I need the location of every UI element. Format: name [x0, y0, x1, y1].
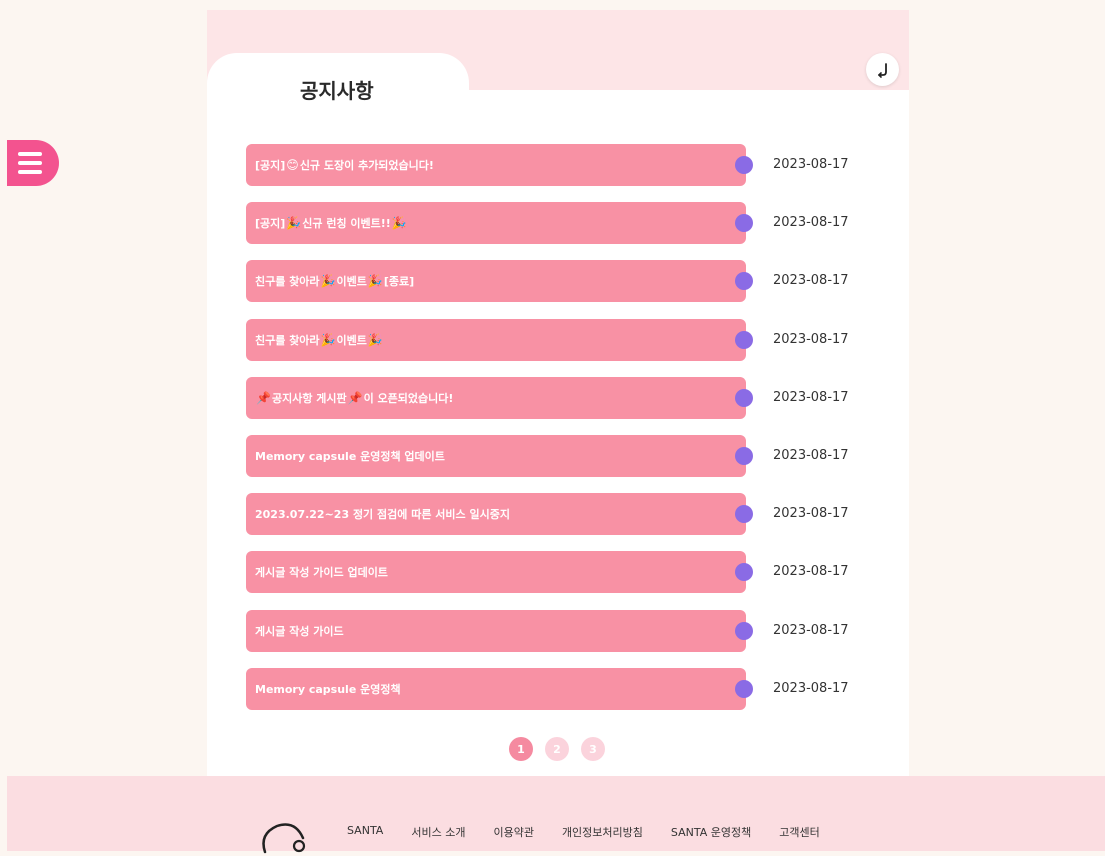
- notice-title-text: 이벤트: [336, 333, 367, 347]
- footer: SANTA 서비스 소개 이용약관 개인정보처리방침 SANTA 운영정책 고객센터: [7, 776, 1105, 854]
- notice-dot-icon: [735, 679, 753, 698]
- notice-title-text: [공지]: [255, 217, 286, 231]
- notice-title-link[interactable]: Memory capsule 운영정책 업데이트: [246, 434, 746, 477]
- notice-title-text: 이벤트: [336, 275, 367, 289]
- notice-dot-icon: [735, 330, 753, 349]
- notice-title-link[interactable]: 친구를 찾아라 🎉 이벤트 🎉: [246, 318, 746, 361]
- notice-date: 2023-08-17: [773, 157, 849, 172]
- pin-emoji-icon: 📌: [256, 390, 271, 405]
- notice-title-link[interactable]: Memory capsule 운영정책: [246, 667, 746, 710]
- notice-date: 2023-08-17: [773, 622, 849, 638]
- notice-dot-icon: [735, 156, 753, 174]
- title-tab: 공지사항: [207, 53, 469, 113]
- notice-dot-icon: [735, 505, 753, 524]
- notice-title-link[interactable]: 📌 공지사항 게시판 📌 이 오픈되었습니다!: [246, 376, 746, 419]
- notice-title-text: 친구를 찾아라: [255, 333, 320, 347]
- back-button[interactable]: [866, 53, 899, 86]
- notice-date: 2023-08-17: [773, 447, 849, 463]
- hamburger-icon-line: [18, 161, 42, 165]
- party-emoji-icon: 🎉: [320, 274, 336, 289]
- page-title: 공지사항: [300, 79, 374, 103]
- notice-row: Memory capsule 운영정책 2023-08-17: [246, 667, 866, 726]
- notice-date: 2023-08-17: [773, 273, 849, 289]
- return-arrow-icon: [877, 62, 887, 78]
- notice-date: 2023-08-17: [773, 215, 849, 231]
- notice-dot-icon: [735, 563, 753, 582]
- notice-row: 친구를 찾아라 🎉 이벤트 🎉 2023-08-17: [246, 318, 866, 377]
- notice-title-text: 친구를 찾아라: [255, 275, 320, 289]
- notice-date: 2023-08-17: [773, 389, 849, 405]
- notice-date: 2023-08-17: [773, 331, 849, 347]
- party-emoji-icon: 🎉: [367, 332, 383, 347]
- notice-title-link[interactable]: 친구를 찾아라 🎉 이벤트 🎉 [종료]: [246, 260, 746, 303]
- notice-title-text: [공지]: [255, 159, 286, 172]
- notice-title-text: 공지사항 게시판: [271, 391, 347, 405]
- notice-title-text: 2023.07.22~23 정기 점검에 따른 서비스 일시중지: [255, 508, 510, 522]
- pin-emoji-icon: 📌: [347, 390, 363, 405]
- notice-row: 📌 공지사항 게시판 📌 이 오픈되었습니다! 2023-08-17: [246, 376, 866, 435]
- party-emoji-icon: 🎉: [391, 216, 407, 231]
- footer-link[interactable]: 서비스 소개: [411, 824, 465, 840]
- notice-dot-icon: [735, 446, 753, 465]
- notice-dot-icon: [735, 621, 753, 640]
- notice-title-link[interactable]: 2023.07.22~23 정기 점검에 따른 서비스 일시중지: [246, 493, 746, 536]
- page-button-2[interactable]: 2: [545, 737, 569, 761]
- smile-emoji-icon: 😊: [286, 158, 299, 172]
- menu-button[interactable]: [7, 140, 59, 186]
- notice-title-text: 신규 런칭 이벤트!!: [302, 217, 391, 231]
- notice-row: [공지] 🎉 신규 런칭 이벤트!! 🎉 2023-08-17: [246, 202, 866, 260]
- notice-row: 2023.07.22~23 정기 점검에 따른 서비스 일시중지 2023-08-…: [246, 493, 866, 551]
- footer-link[interactable]: 고객센터: [779, 824, 819, 840]
- party-emoji-icon: 🎉: [320, 332, 336, 347]
- notice-title-text: Memory capsule 운영정책: [255, 682, 401, 696]
- notice-title-link[interactable]: 게시글 작성 가이드 업데이트: [246, 551, 746, 594]
- page-button-3[interactable]: 3: [581, 737, 605, 761]
- notice-row: Memory capsule 운영정책 업데이트 2023-08-17: [246, 434, 866, 493]
- notice-board-panel: 공지사항 [공지] 😊 신규 도장이 추가되었습니다! 2023-08-17 [공지]…: [207, 10, 909, 776]
- footer-link[interactable]: SANTA: [347, 824, 383, 840]
- notice-dot-icon: [735, 272, 753, 291]
- notice-date: 2023-08-17: [773, 564, 849, 580]
- hamburger-icon-line: [18, 170, 42, 174]
- party-emoji-icon: 🎉: [367, 274, 383, 289]
- notice-title-link[interactable]: [공지] 😊 신규 도장이 추가되었습니다!: [246, 144, 746, 186]
- notice-dot-icon: [735, 388, 753, 407]
- notice-title-text: 게시글 작성 가이드 업데이트: [255, 566, 388, 580]
- notice-row: 게시글 작성 가이드 업데이트 2023-08-17: [246, 551, 866, 609]
- notice-title-link[interactable]: 게시글 작성 가이드: [246, 609, 746, 652]
- footer-link[interactable]: SANTA 운영정책: [671, 824, 751, 840]
- notice-title-text: 이 오픈되었습니다!: [363, 391, 454, 405]
- notice-title-text: [종료]: [383, 275, 415, 289]
- notice-row: [공지] 😊 신규 도장이 추가되었습니다! 2023-08-17: [246, 144, 866, 202]
- notice-row: 친구를 찾아라 🎉 이벤트 🎉 [종료] 2023-08-17: [246, 260, 866, 318]
- notice-date: 2023-08-17: [773, 680, 849, 696]
- notice-date: 2023-08-17: [773, 506, 849, 522]
- footer-links: SANTA 서비스 소개 이용약관 개인정보처리방침 SANTA 운영정책 고객센터: [347, 824, 848, 840]
- notice-list: [공지] 😊 신규 도장이 추가되었습니다! 2023-08-17 [공지] 🎉 신규 …: [246, 144, 866, 726]
- notice-title-text: 신규 도장이 추가되었습니다!: [299, 159, 434, 172]
- party-emoji-icon: 🎉: [286, 216, 302, 231]
- footer-link[interactable]: 이용약관: [493, 824, 533, 840]
- notice-title-link[interactable]: [공지] 🎉 신규 런칭 이벤트!! 🎉: [246, 202, 746, 245]
- notice-title-text: 게시글 작성 가이드: [255, 624, 344, 638]
- notice-row: 게시글 작성 가이드 2023-08-17: [246, 609, 866, 668]
- pagination: 123: [509, 737, 605, 761]
- page-button-1[interactable]: 1: [509, 737, 533, 761]
- hamburger-icon-line: [18, 152, 42, 156]
- notice-title-text: Memory capsule 운영정책 업데이트: [255, 449, 445, 463]
- notice-dot-icon: [735, 214, 753, 233]
- santa-logo-icon[interactable]: [257, 816, 317, 856]
- footer-link[interactable]: 개인정보처리방침: [562, 824, 643, 840]
